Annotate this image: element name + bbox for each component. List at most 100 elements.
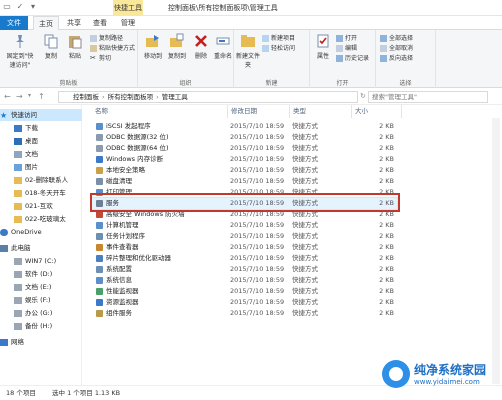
column-header-type[interactable]: 类型 <box>290 105 352 118</box>
copy-to-button[interactable]: 复制到 <box>164 33 190 60</box>
select-all-button[interactable]: 全部选择 <box>380 34 413 43</box>
move-to-button[interactable]: 移动到 <box>140 33 166 60</box>
tab-manage[interactable]: 管理 <box>116 16 140 30</box>
rename-button[interactable]: 重命名 <box>210 33 236 60</box>
nav-drive-e[interactable]: 文档 (E:) <box>0 281 82 293</box>
nav-folder-3[interactable]: 021-互欢 <box>0 200 82 212</box>
cut-button[interactable]: ✂ 剪切 <box>90 54 111 63</box>
file-row[interactable]: 系统信息 2015/7/10 18:59 快捷方式 2 KB <box>92 275 397 286</box>
site-watermark: 纯净系统家园 www.yidaimei.com <box>382 352 500 396</box>
column-header-name[interactable]: 名称 <box>92 105 228 118</box>
nav-label: 快速访问 <box>11 111 37 119</box>
chevron-down-icon[interactable]: ▾ <box>28 2 38 12</box>
scissors-icon: ✂ <box>90 54 96 62</box>
column-header-size[interactable]: 大小 <box>352 105 402 118</box>
up-arrow-icon[interactable]: ↑ <box>38 92 45 101</box>
file-size-cell: 2 KB <box>379 133 394 141</box>
rename-label: 重命名 <box>213 53 232 60</box>
new-item-button[interactable]: 新建项目 <box>262 34 295 43</box>
vertical-scrollbar[interactable] <box>492 118 500 384</box>
folder-icon[interactable]: ▭ <box>2 2 12 12</box>
nav-downloads[interactable]: 下载 <box>0 122 82 134</box>
nav-this-pc[interactable]: 此电脑 <box>0 242 82 254</box>
address-box[interactable]: 控制面板 › 所有控制面板项 › 管理工具 <box>58 91 358 103</box>
ribbon-tab-row: 文件 主页 共享 查看 管理 <box>0 16 502 30</box>
recent-locations-chevron-icon[interactable]: ▾ <box>28 92 31 99</box>
tab-home[interactable]: 主页 <box>33 16 59 30</box>
file-row[interactable]: 本地安全策略 2015/7/10 18:59 快捷方式 2 KB <box>92 165 397 176</box>
file-row[interactable]: 碎片整理和优化驱动器 2015/7/10 18:59 快捷方式 2 KB <box>92 253 397 264</box>
open-button[interactable]: 打开 <box>336 34 357 43</box>
breadcrumb-all-items[interactable]: 所有控制面板项 <box>108 93 154 101</box>
nav-network[interactable]: 网络 <box>0 336 82 348</box>
copy-path-label: 复制路径 <box>99 35 124 42</box>
file-row[interactable]: 磁盘清理 2015/7/10 18:59 快捷方式 2 KB <box>92 176 397 187</box>
nav-folder-2[interactable]: 018-冬天开车 <box>0 187 82 199</box>
tab-share[interactable]: 共享 <box>62 16 86 30</box>
breadcrumb-admin-tools[interactable]: 管理工具 <box>162 93 188 101</box>
copy-button[interactable]: 复制 <box>38 33 64 60</box>
new-group: 新建文件夹 新建项目 轻松访问 新建 <box>234 30 310 88</box>
forward-arrow-icon[interactable]: → <box>16 92 23 101</box>
file-row[interactable]: 系统配置 2015/7/10 18:59 快捷方式 2 KB <box>92 264 397 275</box>
shortcut-icon <box>96 166 103 174</box>
tab-file[interactable]: 文件 <box>0 16 28 30</box>
edit-button[interactable]: 编辑 <box>336 44 357 53</box>
breadcrumb-control-panel[interactable]: 控制面板 <box>73 93 99 101</box>
file-date-cell: 2015/7/10 18:59 <box>230 254 285 262</box>
nav-folder-1[interactable]: 02-删除联系人 <box>0 174 82 186</box>
file-name-cell: 性能监视器 <box>96 286 224 297</box>
nav-label: OneDrive <box>11 228 42 236</box>
nav-onedrive[interactable]: OneDrive <box>0 226 82 238</box>
drive-icon <box>14 322 22 330</box>
new-folder-label: 新建文件夹 <box>236 53 261 69</box>
copy-icon <box>44 34 58 49</box>
select-none-button[interactable]: 全部取消 <box>380 44 413 53</box>
pin-quick-access-button[interactable]: 固定到"快速访问" <box>4 33 36 69</box>
file-name-cell: 事件查看器 <box>96 242 224 253</box>
paste-button[interactable]: 粘贴 <box>62 33 88 60</box>
nav-drive-h[interactable]: 备份 (H:) <box>0 320 82 332</box>
refresh-icon[interactable]: ↻ <box>360 92 366 100</box>
nav-drive-d[interactable]: 软件 (D:) <box>0 268 82 280</box>
nav-documents[interactable]: 文档 <box>0 148 82 160</box>
tab-view[interactable]: 查看 <box>88 16 112 30</box>
checkmark-icon[interactable]: ✓ <box>15 2 25 12</box>
nav-folder-4[interactable]: 022-吃玻璃太 <box>0 213 82 225</box>
nav-pictures[interactable]: 图片 <box>0 161 82 173</box>
paste-shortcut-icon <box>90 45 97 52</box>
file-row[interactable]: ODBC 数据源(64 位) 2015/7/10 18:59 快捷方式 2 KB <box>92 143 397 154</box>
nav-drive-c[interactable]: WIN7 (C:) <box>0 255 82 267</box>
nav-desktop[interactable]: 桌面 <box>0 135 82 147</box>
properties-button[interactable]: 属性 <box>312 33 334 60</box>
nav-drive-g[interactable]: 办公 (G:) <box>0 307 82 319</box>
breadcrumb-separator-icon: › <box>102 93 105 101</box>
file-row[interactable]: 任务计划程序 2015/7/10 18:59 快捷方式 2 KB <box>92 231 397 242</box>
search-input[interactable]: 搜索"管理工具" <box>368 91 488 103</box>
nav-quick-access[interactable]: ★ 快速访问 <box>0 109 82 121</box>
paste-shortcut-button[interactable]: 粘贴快捷方式 <box>90 44 135 53</box>
file-row[interactable]: 资源监视器 2015/7/10 18:59 快捷方式 2 KB <box>92 297 397 308</box>
new-folder-button[interactable]: 新建文件夹 <box>236 33 260 69</box>
easy-access-button[interactable]: 轻松访问 <box>262 44 295 53</box>
file-row[interactable]: 组件服务 2015/7/10 18:59 快捷方式 2 KB <box>92 308 397 319</box>
file-row[interactable]: 事件查看器 2015/7/10 18:59 快捷方式 2 KB <box>92 242 397 253</box>
invert-selection-button[interactable]: 反向选择 <box>380 54 413 63</box>
history-button[interactable]: 历史记录 <box>336 54 369 63</box>
copy-path-button[interactable]: 复制路径 <box>90 34 123 43</box>
file-type-cell: 快捷方式 <box>292 177 318 185</box>
nav-drive-f[interactable]: 娱乐 (F:) <box>0 294 82 306</box>
column-header-date[interactable]: 修改日期 <box>228 105 290 118</box>
file-row[interactable]: 性能监视器 2015/7/10 18:59 快捷方式 2 KB <box>92 286 397 297</box>
file-row[interactable]: ODBC 数据源(32 位) 2015/7/10 18:59 快捷方式 2 KB <box>92 132 397 143</box>
file-name-cell: 系统信息 <box>96 275 224 286</box>
select-all-icon <box>380 35 387 42</box>
folder-icon <box>14 215 22 223</box>
back-arrow-icon[interactable]: ← <box>4 92 11 101</box>
file-row[interactable]: 计算机管理 2015/7/10 18:59 快捷方式 2 KB <box>92 220 397 231</box>
file-date-cell: 2015/7/10 18:59 <box>230 265 285 273</box>
file-row[interactable]: iSCSI 发起程序 2015/7/10 18:59 快捷方式 2 KB <box>92 121 397 132</box>
nav-label: 网络 <box>11 338 24 346</box>
file-name-cell: 系统配置 <box>96 264 224 275</box>
file-row[interactable]: Windows 内存诊断 2015/7/10 18:59 快捷方式 2 KB <box>92 154 397 165</box>
